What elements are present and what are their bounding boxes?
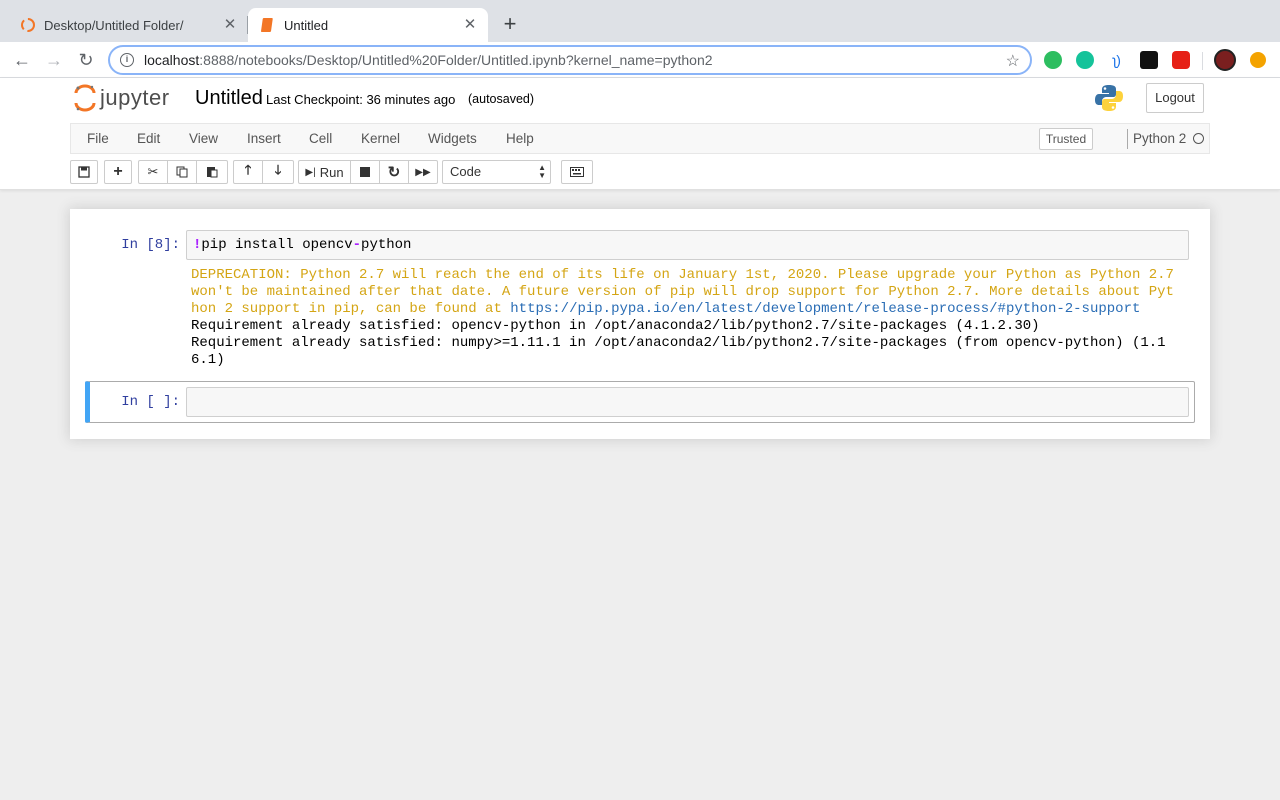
menu-cell[interactable]: Cell: [309, 131, 332, 146]
toolbar-divider: [1202, 52, 1203, 70]
scissors-icon: ✂: [147, 164, 159, 179]
copy-icon: [176, 166, 188, 178]
stop-icon: [360, 167, 370, 177]
menu-help[interactable]: Help: [506, 131, 534, 146]
jupyter-wordmark: jupyter: [100, 85, 170, 110]
menu-view[interactable]: View: [189, 131, 218, 146]
output-line: 6.1): [191, 352, 225, 368]
restart-icon: ↻: [387, 164, 401, 181]
close-tab-icon[interactable]: ✕: [222, 17, 238, 33]
save-button[interactable]: [70, 160, 98, 184]
browser-toolbar: ← → ↻ i localhost:8888/notebooks/Desktop…: [0, 42, 1280, 78]
update-icon[interactable]: [1250, 52, 1266, 68]
notebook-title[interactable]: Untitled: [195, 87, 263, 110]
checkpoint-status: Last Checkpoint: 36 minutes ago: [266, 92, 456, 107]
command-palette-button[interactable]: [561, 160, 593, 184]
browser-tab-strip: Desktop/Untitled Folder/ ✕ Untitled ✕ +: [0, 0, 1280, 42]
forward-arrow-icon[interactable]: →: [42, 48, 66, 72]
code-text-2: python: [361, 237, 412, 253]
kernel-divider: [1127, 129, 1128, 149]
move-down-button[interactable]: 🡓: [262, 160, 294, 184]
restart-button[interactable]: ↻: [379, 160, 409, 184]
run-label: Run: [319, 164, 344, 180]
input-prompt: In [ ]:: [121, 394, 180, 410]
menu-kernel[interactable]: Kernel: [361, 131, 400, 146]
cell-type-value: Code: [450, 164, 482, 179]
output-warning-line: hon 2 support in pip, can be found at: [191, 301, 511, 317]
menu-file[interactable]: File: [87, 131, 109, 146]
select-arrows-icon: ▲ ▼: [538, 163, 546, 180]
new-tab-icon[interactable]: +: [498, 13, 522, 37]
grammarly-extension-icon[interactable]: [1076, 51, 1094, 69]
output-line: Requirement already satisfied: numpy>=1.…: [191, 335, 1166, 351]
code-operator: -: [352, 237, 362, 253]
tab-title: Untitled: [284, 17, 329, 33]
notebook-favicon-icon: [260, 17, 276, 33]
notebook-container: In [8]: !pip install opencv-python DEPRE…: [70, 209, 1210, 439]
menu-bar: File Edit View Insert Cell Kernel Widget…: [70, 123, 1210, 154]
cell-output: DEPRECATION: Python 2.7 will reach the e…: [191, 267, 1191, 369]
arrow-down-icon: 🡓: [274, 162, 282, 177]
youtube-extension-icon[interactable]: [1172, 51, 1190, 69]
back-arrow-icon[interactable]: ←: [10, 48, 34, 72]
code-cell-input[interactable]: !pip install opencv-python: [186, 230, 1189, 260]
close-tab-icon[interactable]: ✕: [462, 17, 478, 33]
browser-tab-untitled[interactable]: Untitled ✕: [248, 8, 488, 42]
menu-edit[interactable]: Edit: [137, 131, 160, 146]
tabs-extension-icon[interactable]: [1140, 51, 1158, 69]
code-cell-input-empty[interactable]: [186, 387, 1189, 417]
trusted-indicator[interactable]: Trusted: [1039, 128, 1093, 150]
output-warning-line: DEPRECATION: Python 2.7 will reach the e…: [191, 267, 1174, 283]
bookmark-star-icon[interactable]: ☆: [1006, 51, 1020, 71]
arrow-up-icon: 🡑: [244, 162, 252, 177]
jupyter-logo[interactable]: jupyter: [74, 84, 170, 112]
run-button[interactable]: ▶| Run: [298, 160, 351, 184]
browser-tab-desktop[interactable]: Desktop/Untitled Folder/ ✕: [8, 8, 248, 42]
output-warning-line: won't be maintained after that date. A f…: [191, 284, 1174, 300]
output-line: Requirement already satisfied: opencv-py…: [191, 318, 1040, 334]
audio-extension-icon[interactable]: ʅ): [1108, 51, 1126, 69]
profile-avatar[interactable]: [1214, 49, 1236, 71]
kernel-idle-icon: [1193, 133, 1204, 144]
cell-type-select[interactable]: Code ▲ ▼: [442, 160, 551, 184]
step-forward-icon: ▶|: [305, 166, 316, 178]
interrupt-button[interactable]: [350, 160, 380, 184]
output-link[interactable]: https://pip.pypa.io/en/latest/developmen…: [510, 301, 1140, 317]
menu-widgets[interactable]: Widgets: [428, 131, 477, 146]
code-text: pip install opencv: [201, 237, 353, 253]
paste-icon: [207, 167, 218, 178]
jupyter-logo-icon: [74, 84, 96, 112]
input-prompt: In [8]:: [121, 237, 180, 253]
fast-forward-icon: ▶▶: [415, 166, 431, 178]
jupyter-header: jupyter Untitled Last Checkpoint: 36 min…: [0, 78, 1280, 190]
logout-button[interactable]: Logout: [1146, 83, 1204, 113]
jupyter-favicon-icon: [20, 17, 36, 33]
kernel-name[interactable]: Python 2: [1133, 131, 1186, 146]
site-info-icon[interactable]: i: [120, 53, 134, 67]
cut-button[interactable]: ✂: [138, 160, 168, 184]
copy-button[interactable]: [167, 160, 197, 184]
restart-run-all-button[interactable]: ▶▶: [408, 160, 438, 184]
address-bar[interactable]: i localhost:8888/notebooks/Desktop/Untit…: [108, 45, 1032, 75]
tab-title: Desktop/Untitled Folder/: [44, 17, 184, 33]
paste-button[interactable]: [196, 160, 228, 184]
keyboard-icon: [570, 167, 584, 177]
insert-cell-button[interactable]: +: [104, 160, 132, 184]
plus-icon: +: [113, 163, 123, 180]
url-host: localhost: [144, 52, 200, 68]
move-up-button[interactable]: 🡑: [233, 160, 263, 184]
menu-insert[interactable]: Insert: [247, 131, 281, 146]
autosave-status: (autosaved): [468, 92, 535, 106]
evernote-extension-icon[interactable]: [1044, 51, 1062, 69]
python-logo-icon: [1095, 85, 1123, 111]
save-icon: [78, 166, 90, 178]
reload-icon[interactable]: ↻: [74, 48, 98, 72]
url-path: :8888/notebooks/Desktop/Untitled%20Folde…: [199, 52, 713, 68]
